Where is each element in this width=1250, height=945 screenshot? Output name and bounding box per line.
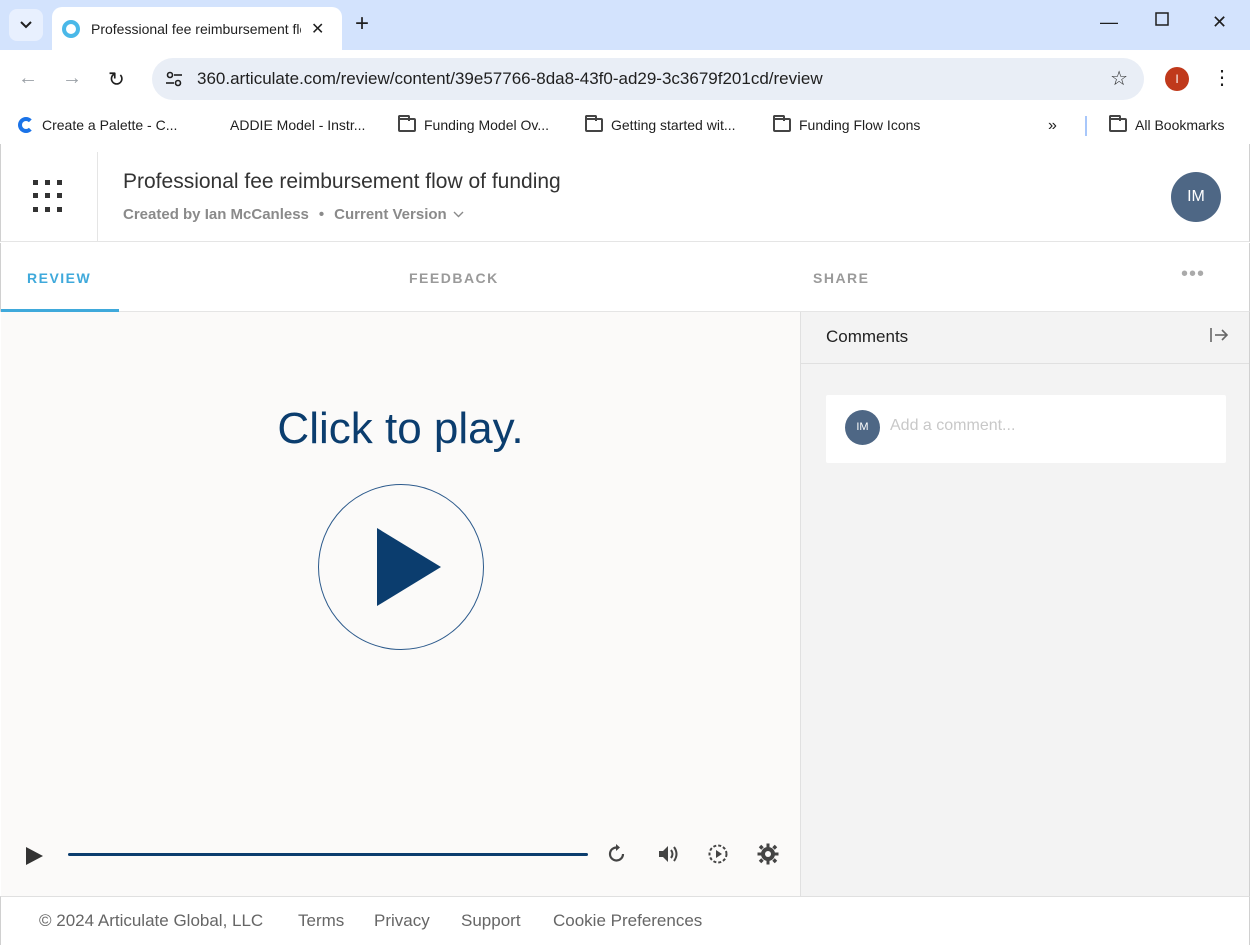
support-link[interactable]: Support [461,911,521,931]
chevron-down-icon [453,211,464,218]
reload-icon[interactable]: ↻ [108,67,125,92]
bookmark-item[interactable]: Create a Palette - C... [18,117,177,133]
avatar: IM [845,410,880,445]
comment-input[interactable] [890,417,1210,435]
review-tabs: REVIEW FEEDBACK SHARE ••• [0,243,1250,312]
browser-tab-active[interactable]: Professional fee reimbursement flow of f… [52,7,342,50]
copyright-text: © 2024 Articulate Global, LLC [39,911,264,930]
app-grid-icon[interactable] [33,180,67,214]
browser-menu-icon[interactable]: ⋮ [1212,64,1232,92]
settings-gear-icon[interactable] [757,843,779,870]
bookmark-label: ADDIE Model - Instr... [230,117,366,133]
volume-icon[interactable] [657,843,681,870]
close-window-icon[interactable]: ✕ [1212,12,1227,33]
bookmark-label: Funding Model Ov... [424,117,550,133]
seek-bar[interactable] [68,853,588,856]
bookmark-folder[interactable]: Funding Model Ov... [398,115,550,133]
browser-tab-title: Professional fee reimbursement flow of f… [91,20,301,37]
all-bookmarks-label: All Bookmarks [1135,117,1225,133]
articulate-favicon-icon [62,19,80,38]
browser-tabstrip: Professional fee reimbursement flow of f… [0,0,1250,50]
new-tab-icon[interactable]: + [355,12,369,36]
click-to-play-prompt[interactable]: Click to play. [1,404,800,454]
bookmark-label: Create a Palette - C... [42,117,178,133]
maximize-icon[interactable] [1155,10,1169,31]
project-meta: Created by Ian McCanless • Current Versi… [123,206,464,223]
collapse-panel-icon[interactable] [1209,326,1229,349]
comments-title: Comments [826,327,909,346]
tab-feedback[interactable]: FEEDBACK [409,270,499,286]
page-title: Professional fee reimbursement flow of f… [123,170,561,193]
comment-composer: IM [826,395,1226,463]
replay-icon[interactable] [606,843,628,870]
forward-arrow-icon[interactable]: → [62,67,82,90]
playback-speed-icon[interactable] [707,843,729,870]
address-bar[interactable]: 360.articulate.com/review/content/39e577… [152,58,1144,100]
folder-icon [773,115,791,132]
large-play-button[interactable] [318,484,484,650]
site-settings-icon[interactable] [164,69,184,89]
coolors-logo-icon [18,117,34,133]
content-player[interactable]: Click to play. [1,312,800,896]
close-tab-icon[interactable]: ✕ [311,19,324,39]
comments-panel: Comments IM [800,312,1250,896]
back-arrow-icon[interactable]: ← [18,67,38,90]
play-control-icon[interactable] [26,847,43,865]
all-bookmarks-folder[interactable]: All Bookmarks [1109,115,1225,133]
terms-link[interactable]: Terms [298,911,344,931]
bookmark-item[interactable]: ADDIE Model - Instr... [230,117,365,133]
bookmarks-divider [1085,116,1087,136]
play-icon [377,528,441,606]
tab-share[interactable]: SHARE [813,270,870,286]
bookmark-folder[interactable]: Getting started wit... [585,115,736,133]
cookie-preferences-link[interactable]: Cookie Preferences [553,911,702,931]
folder-icon [1109,115,1127,132]
bookmarks-bar: Create a Palette - C... ADDIE Model - In… [0,108,1250,144]
meta-separator: • [318,206,325,223]
bookmark-folder[interactable]: Funding Flow Icons [773,115,921,133]
bookmark-star-icon[interactable]: ☆ [1110,66,1128,91]
tab-review[interactable]: REVIEW [27,270,91,286]
chevron-down-icon [20,21,32,29]
bookmark-label: Getting started wit... [611,117,736,133]
avatar[interactable]: IM [1171,172,1221,222]
tab-search-button[interactable] [9,9,43,41]
minimize-icon[interactable]: — [1100,12,1118,33]
footer: © 2024 Articulate Global, LLC Terms Priv… [0,896,1250,945]
browser-toolbar: ← → ↻ 360.articulate.com/review/content/… [0,50,1250,108]
comments-header: Comments [801,312,1249,364]
bookmark-label: Funding Flow Icons [799,117,921,133]
version-label: Current Version [334,206,447,223]
url-text: 360.articulate.com/review/content/39e577… [197,69,823,88]
header-divider [97,152,98,242]
profile-avatar[interactable]: I [1165,67,1189,91]
folder-icon [585,115,603,132]
privacy-link[interactable]: Privacy [374,911,430,931]
more-options-icon[interactable]: ••• [1181,263,1205,286]
folder-icon [398,115,416,132]
created-by-text: Created by Ian McCanless [123,206,309,223]
app-header: Professional fee reimbursement flow of f… [0,144,1250,242]
more-bookmarks-chevron-icon[interactable]: » [1048,117,1057,135]
version-dropdown[interactable]: Current Version [334,206,464,223]
